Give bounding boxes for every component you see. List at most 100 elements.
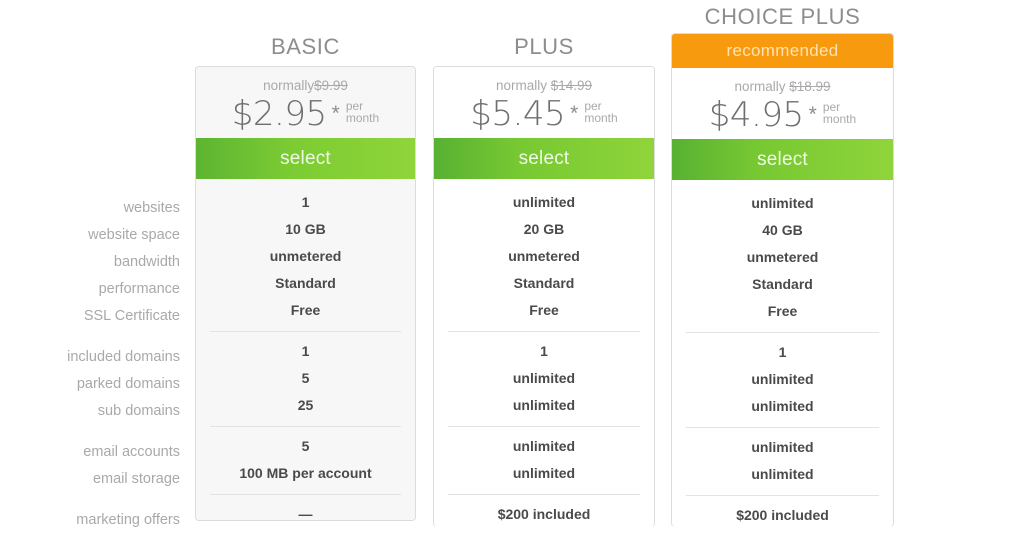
value-bandwidth-choice-plus: unmetered [746,249,819,265]
feature-label-email-storage: email storage [92,471,180,487]
value-ssl-certificate-choice-plus: Free [767,303,798,319]
value-email-storage-plus: unlimited [512,465,576,481]
value-group-email-basic: 5 100 MB per account [196,433,415,487]
price-line-basic: $2.95 * per month [196,97,415,131]
price-month-choice-plus: month [822,111,857,126]
select-button-basic[interactable]: select [196,138,415,179]
section-divider [210,331,401,332]
value-group-hosting-plus: unlimited 20 GB unmetered Standard Free [434,189,654,324]
price-period-plus: per month [584,100,618,126]
value-sub-domains-basic: 25 [297,397,314,413]
price-box-basic: normally$9.99 $2.95 * per month [196,67,415,138]
value-email-storage-choice-plus: unlimited [751,466,814,482]
section-divider [686,332,879,333]
price-asterisk-choice-plus: * [808,103,817,126]
section-divider [448,494,640,495]
feature-label-performance: performance [98,281,180,297]
value-group-email-plus: unlimited unlimited [434,433,654,487]
normally-prefix-plus: normally [495,78,547,93]
value-group-hosting-basic: 1 10 GB unmetered Standard Free [196,189,415,324]
normally-prefix-basic: normally [263,78,315,93]
plan-card-plus[interactable]: normally $14.99 $5.45 * per month select… [433,66,655,527]
plan-title-basic: BASIC [270,34,341,59]
price-asterisk-plus: * [570,102,579,125]
feature-label-ssl-certificate: SSL Certificate [83,308,180,324]
feature-label-bandwidth: bandwidth [113,254,180,270]
value-sub-domains-plus: unlimited [512,397,576,413]
value-marketing-offers-basic: — [298,506,313,521]
value-parked-domains-basic: 5 [301,370,310,386]
feature-label-website-space: website space [88,227,180,243]
value-group-domains-basic: 1 5 25 [196,338,415,419]
section-divider [448,426,640,427]
select-button-choice-plus[interactable]: select [672,139,893,180]
feature-label-group-marketing: marketing offers [0,507,180,534]
value-ssl-certificate-basic: Free [290,302,321,318]
feature-label-websites: websites [123,200,180,216]
feature-label-sub-domains: sub domains [97,403,180,419]
value-websites-basic: 1 [301,194,310,210]
price-amount-choice-plus: $4.95 [708,94,804,135]
value-email-accounts-plus: unlimited [512,438,576,454]
plan-card-choice-plus[interactable]: recommended normally $18.99 $4.95 * per … [671,33,894,527]
normally-price-plus: normally $14.99 [434,67,654,93]
price-box-plus: normally $14.99 $5.45 * per month [434,67,654,138]
price-box-choice-plus: normally $18.99 $4.95 * per month [672,68,893,139]
normally-prefix-choice-plus: normally [734,79,786,94]
price-period-choice-plus: per month [822,101,857,127]
price-amount-plus: $5.45 [470,93,566,134]
select-button-plus[interactable]: select [434,138,654,179]
normally-strike-basic: $9.99 [314,78,348,93]
normally-strike-choice-plus: $18.99 [789,79,831,94]
price-amount-basic: $2.95 [231,93,327,134]
feature-label-column: websites website space bandwidth perform… [0,195,180,534]
plan-values-basic: 1 10 GB unmetered Standard Free 1 5 25 5… [196,179,415,521]
value-group-marketing-plus: $200 included [434,501,654,527]
value-website-space-plus: 20 GB [523,221,565,237]
plan-title-plus: PLUS [514,34,574,59]
value-websites-plus: unlimited [512,194,576,210]
value-group-domains-choice-plus: 1 unlimited unlimited [672,339,893,420]
feature-label-marketing-offers: marketing offers [76,512,180,528]
recommended-badge: recommended [672,34,893,68]
section-divider [686,495,879,496]
feature-label-included-domains: included domains [67,349,180,365]
value-included-domains-plus: 1 [540,343,548,359]
value-included-domains-basic: 1 [301,343,310,359]
normally-strike-plus: $14.99 [550,78,593,93]
value-marketing-offers-plus: $200 included [497,506,591,522]
feature-label-email-accounts: email accounts [83,444,180,460]
price-asterisk-basic: * [331,102,340,125]
price-month-plus: month [584,110,618,125]
value-performance-choice-plus: Standard [752,276,813,292]
section-divider [210,426,401,427]
value-parked-domains-choice-plus: unlimited [751,371,814,387]
value-sub-domains-choice-plus: unlimited [751,398,814,414]
value-websites-choice-plus: unlimited [751,195,814,211]
value-website-space-choice-plus: 40 GB [762,222,803,238]
section-divider [686,427,879,428]
price-month-basic: month [345,110,380,125]
value-marketing-offers-choice-plus: $200 included [736,507,829,523]
normally-price-basic: normally$9.99 [196,67,415,93]
value-included-domains-choice-plus: 1 [778,344,787,360]
feature-label-group-domains: included domains parked domains sub doma… [0,344,180,425]
value-bandwidth-basic: unmetered [269,248,342,264]
value-group-email-choice-plus: unlimited unlimited [672,434,893,488]
feature-label-group-email: email accounts email storage [0,439,180,493]
price-line-choice-plus: $4.95 * per month [672,98,893,132]
pricing-table: websites website space bandwidth perform… [0,0,1024,528]
plan-card-basic[interactable]: normally$9.99 $2.95 * per month select 1… [195,66,416,521]
value-website-space-basic: 10 GB [285,221,326,237]
value-email-accounts-basic: 5 [301,438,310,454]
value-group-hosting-choice-plus: unlimited 40 GB unmetered Standard Free [672,190,893,325]
plan-values-plus: unlimited 20 GB unmetered Standard Free … [434,179,654,527]
value-bandwidth-plus: unmetered [508,248,580,264]
value-performance-plus: Standard [513,275,575,291]
section-divider [448,331,640,332]
feature-label-parked-domains: parked domains [76,376,180,392]
feature-label-group-hosting: websites website space bandwidth perform… [0,195,180,330]
value-group-marketing-choice-plus: $200 included [672,502,893,527]
normally-price-choice-plus: normally $18.99 [672,68,893,94]
price-period-basic: per month [345,100,380,126]
